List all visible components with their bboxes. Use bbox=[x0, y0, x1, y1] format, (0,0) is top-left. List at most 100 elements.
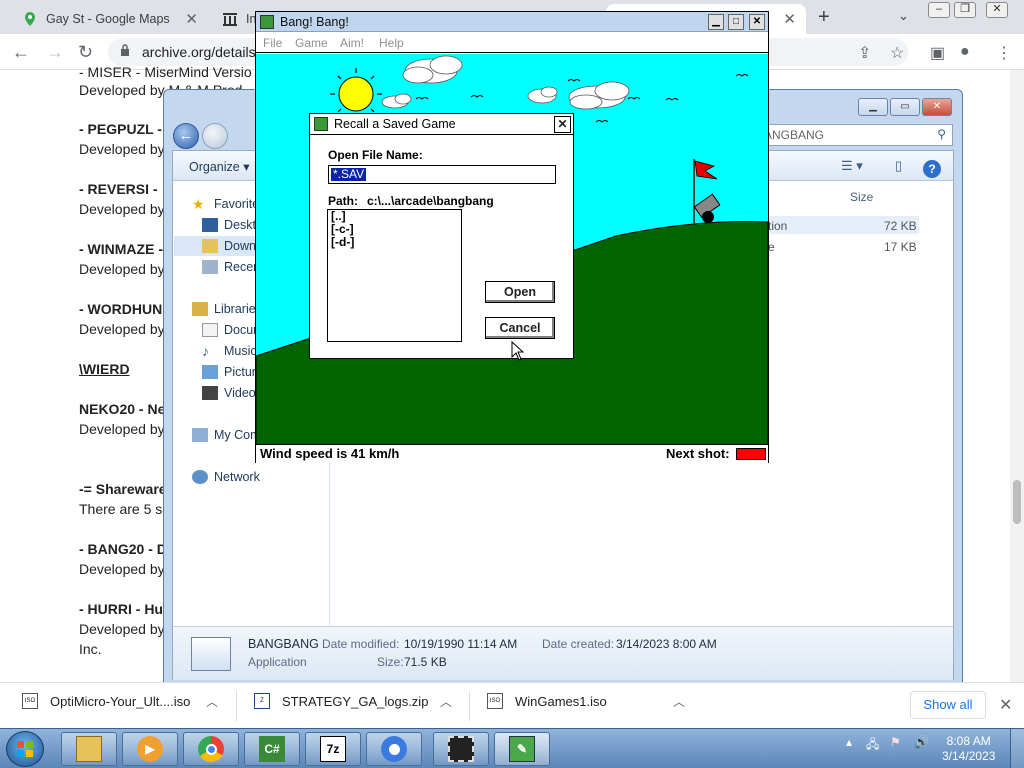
download-item[interactable]: ISO OptiMicro-Your_Ult....iso ︿ bbox=[22, 693, 218, 709]
close-tab-icon[interactable]: ✕ bbox=[783, 10, 796, 28]
menu-kebab-icon[interactable]: ⋮ bbox=[996, 43, 1012, 63]
text-line: - WINMAZE - bbox=[79, 241, 163, 257]
downloads-bar: ISO OptiMicro-Your_Ult....iso ︿ Z STRATE… bbox=[0, 682, 1024, 728]
minimize-icon[interactable]: ▁ bbox=[858, 98, 888, 116]
preview-pane-icon[interactable]: ▯ bbox=[895, 158, 902, 174]
page-scrollbar[interactable] bbox=[1010, 70, 1024, 682]
text-line: - BANG20 - D bbox=[79, 541, 167, 557]
organize-label: Organize bbox=[189, 160, 240, 174]
menu-game[interactable]: Game bbox=[295, 36, 328, 50]
text-line: Developed by bbox=[79, 421, 165, 437]
taskbar-7zip[interactable]: 7z bbox=[305, 732, 361, 766]
clock-date: 3/14/2023 bbox=[942, 749, 996, 763]
back-arrow-icon[interactable]: ← bbox=[173, 123, 199, 149]
maximize-icon[interactable]: ▭ bbox=[890, 98, 920, 116]
taskbar-bang-bang[interactable]: ✎ bbox=[494, 732, 550, 766]
chevron-up-icon[interactable]: ︿ bbox=[206, 693, 218, 710]
taskbar-explorer[interactable] bbox=[61, 732, 117, 766]
nav-network[interactable]: Network bbox=[192, 470, 260, 484]
download-item[interactable]: Z STRATEGY_GA_logs.zip ︿ bbox=[254, 693, 452, 709]
restore-icon[interactable]: ❐ bbox=[954, 2, 976, 18]
column-size[interactable]: Size bbox=[850, 190, 873, 204]
close-icon[interactable]: ✕ bbox=[922, 98, 952, 116]
menu-help[interactable]: Help bbox=[379, 36, 404, 50]
cannon-icon bbox=[693, 193, 721, 223]
file-size: 72 KB bbox=[884, 219, 917, 233]
dir-item-d[interactable]: [-d-] bbox=[328, 236, 461, 249]
system-clock[interactable]: 8:08 AM 3/14/2023 bbox=[942, 734, 995, 764]
share-icon[interactable]: ⇪ bbox=[858, 43, 871, 63]
clock-time: 8:08 AM bbox=[946, 734, 991, 748]
close-window-icon[interactable]: ✕ bbox=[986, 2, 1008, 18]
taskbar-chrome-alt[interactable] bbox=[366, 732, 422, 766]
close-icon[interactable]: ✕ bbox=[749, 14, 765, 30]
chevron-up-icon[interactable]: ︿ bbox=[673, 693, 685, 710]
game-status-bar: Wind speed is 41 km/h Next shot: bbox=[256, 444, 768, 463]
download-name: OptiMicro-Your_Ult....iso bbox=[50, 693, 191, 709]
cancel-button[interactable]: Cancel bbox=[485, 317, 555, 339]
file-name-input[interactable]: *.SAV bbox=[328, 165, 556, 184]
tab-internet-archive[interactable]: In bbox=[212, 4, 258, 34]
menu-aim[interactable]: Aim! bbox=[340, 36, 364, 50]
help-icon[interactable]: ? bbox=[923, 160, 941, 178]
action-center-icon[interactable]: ⚑ bbox=[890, 735, 901, 749]
tab-search-chevron-icon[interactable]: ⌄ bbox=[898, 8, 909, 24]
network-tray-icon[interactable]: 🖧 bbox=[866, 735, 879, 756]
show-desktop-button[interactable] bbox=[1010, 729, 1024, 768]
nav-label: Favorite bbox=[214, 197, 260, 211]
nav-libraries[interactable]: Libraries bbox=[192, 302, 262, 316]
minimize-icon[interactable]: ▁ bbox=[708, 14, 724, 30]
open-button[interactable]: Open bbox=[485, 281, 555, 303]
forward-arrow-icon[interactable]: → bbox=[46, 42, 64, 63]
chevron-up-icon[interactable]: ︿ bbox=[440, 693, 452, 710]
nav-videos[interactable]: Videos bbox=[202, 386, 262, 400]
text-line: NEKO20 - Ne bbox=[79, 401, 166, 417]
start-button[interactable] bbox=[6, 731, 44, 767]
text-line: - MISER - MiserMind Versio bbox=[79, 64, 252, 80]
maximize-icon[interactable]: □ bbox=[728, 14, 744, 30]
details-pane: BANGBANG Application Date modified: 10/1… bbox=[173, 626, 953, 680]
taskbar-csharp[interactable]: C# bbox=[244, 732, 300, 766]
close-icon[interactable]: ✕ bbox=[554, 116, 571, 133]
game-title-bar[interactable]: Bang! Bang! ▁ □ ✕ bbox=[256, 12, 768, 32]
taskbar-media-player[interactable]: ▶ bbox=[122, 732, 178, 766]
volume-icon[interactable]: 🔊 bbox=[914, 735, 929, 749]
taskbar-film-app[interactable] bbox=[433, 732, 489, 766]
nav-computer[interactable]: My Com bbox=[192, 428, 261, 442]
dialog-title-bar[interactable]: Recall a Saved Game ✕ bbox=[310, 114, 573, 135]
download-name: WinGames1.iso bbox=[515, 693, 607, 709]
reload-icon[interactable]: ↻ bbox=[78, 42, 93, 63]
search-input[interactable]: ANGBANG ⚲ bbox=[757, 124, 953, 146]
back-arrow-icon[interactable]: ← bbox=[12, 42, 30, 63]
nav-desktop[interactable]: Deskto bbox=[202, 218, 263, 232]
show-hidden-icons-icon[interactable]: ▴ bbox=[846, 735, 852, 749]
bookmark-star-icon[interactable]: ☆ bbox=[890, 43, 904, 63]
explorer-window-controls: ▁ ▭ ✕ bbox=[858, 98, 952, 116]
7zip-icon: 7z bbox=[320, 736, 346, 762]
minimize-icon[interactable]: – bbox=[928, 2, 950, 18]
new-tab-icon[interactable]: + bbox=[818, 6, 830, 29]
close-downloads-icon[interactable]: ✕ bbox=[999, 695, 1012, 715]
tab-google-maps[interactable]: Gay St - Google Maps ✕ bbox=[12, 4, 208, 34]
taskbar-chrome[interactable] bbox=[183, 732, 239, 766]
nav-favorites[interactable]: ★ Favorite bbox=[192, 197, 259, 211]
app-icon bbox=[260, 15, 274, 29]
nav-music[interactable]: ♪ Music bbox=[202, 344, 257, 358]
game-title: Bang! Bang! bbox=[280, 15, 349, 29]
organize-button[interactable]: Organize ▾ bbox=[189, 159, 249, 174]
forward-arrow-icon[interactable]: → bbox=[202, 123, 228, 149]
side-panel-icon[interactable]: ▣ bbox=[930, 43, 945, 63]
directory-list[interactable]: [..] [-c-] [-d-] bbox=[327, 209, 462, 342]
show-all-button[interactable]: Show all bbox=[910, 691, 986, 719]
download-item[interactable]: ISO WinGames1.iso ︿ bbox=[487, 693, 685, 709]
view-options-icon[interactable]: ☰ ▾ bbox=[841, 158, 863, 174]
menu-file[interactable]: File bbox=[263, 36, 282, 50]
section-link[interactable]: \WIERD bbox=[79, 361, 130, 377]
zip-file-icon: Z bbox=[254, 693, 270, 709]
nav-label: Network bbox=[214, 470, 260, 484]
scrollbar-thumb[interactable] bbox=[1013, 480, 1021, 524]
nav-pictures[interactable]: Pictur bbox=[202, 365, 256, 379]
profile-avatar-icon[interactable]: ● bbox=[960, 43, 970, 61]
close-tab-icon[interactable]: ✕ bbox=[185, 10, 198, 28]
chrome-alt-icon bbox=[381, 736, 407, 762]
